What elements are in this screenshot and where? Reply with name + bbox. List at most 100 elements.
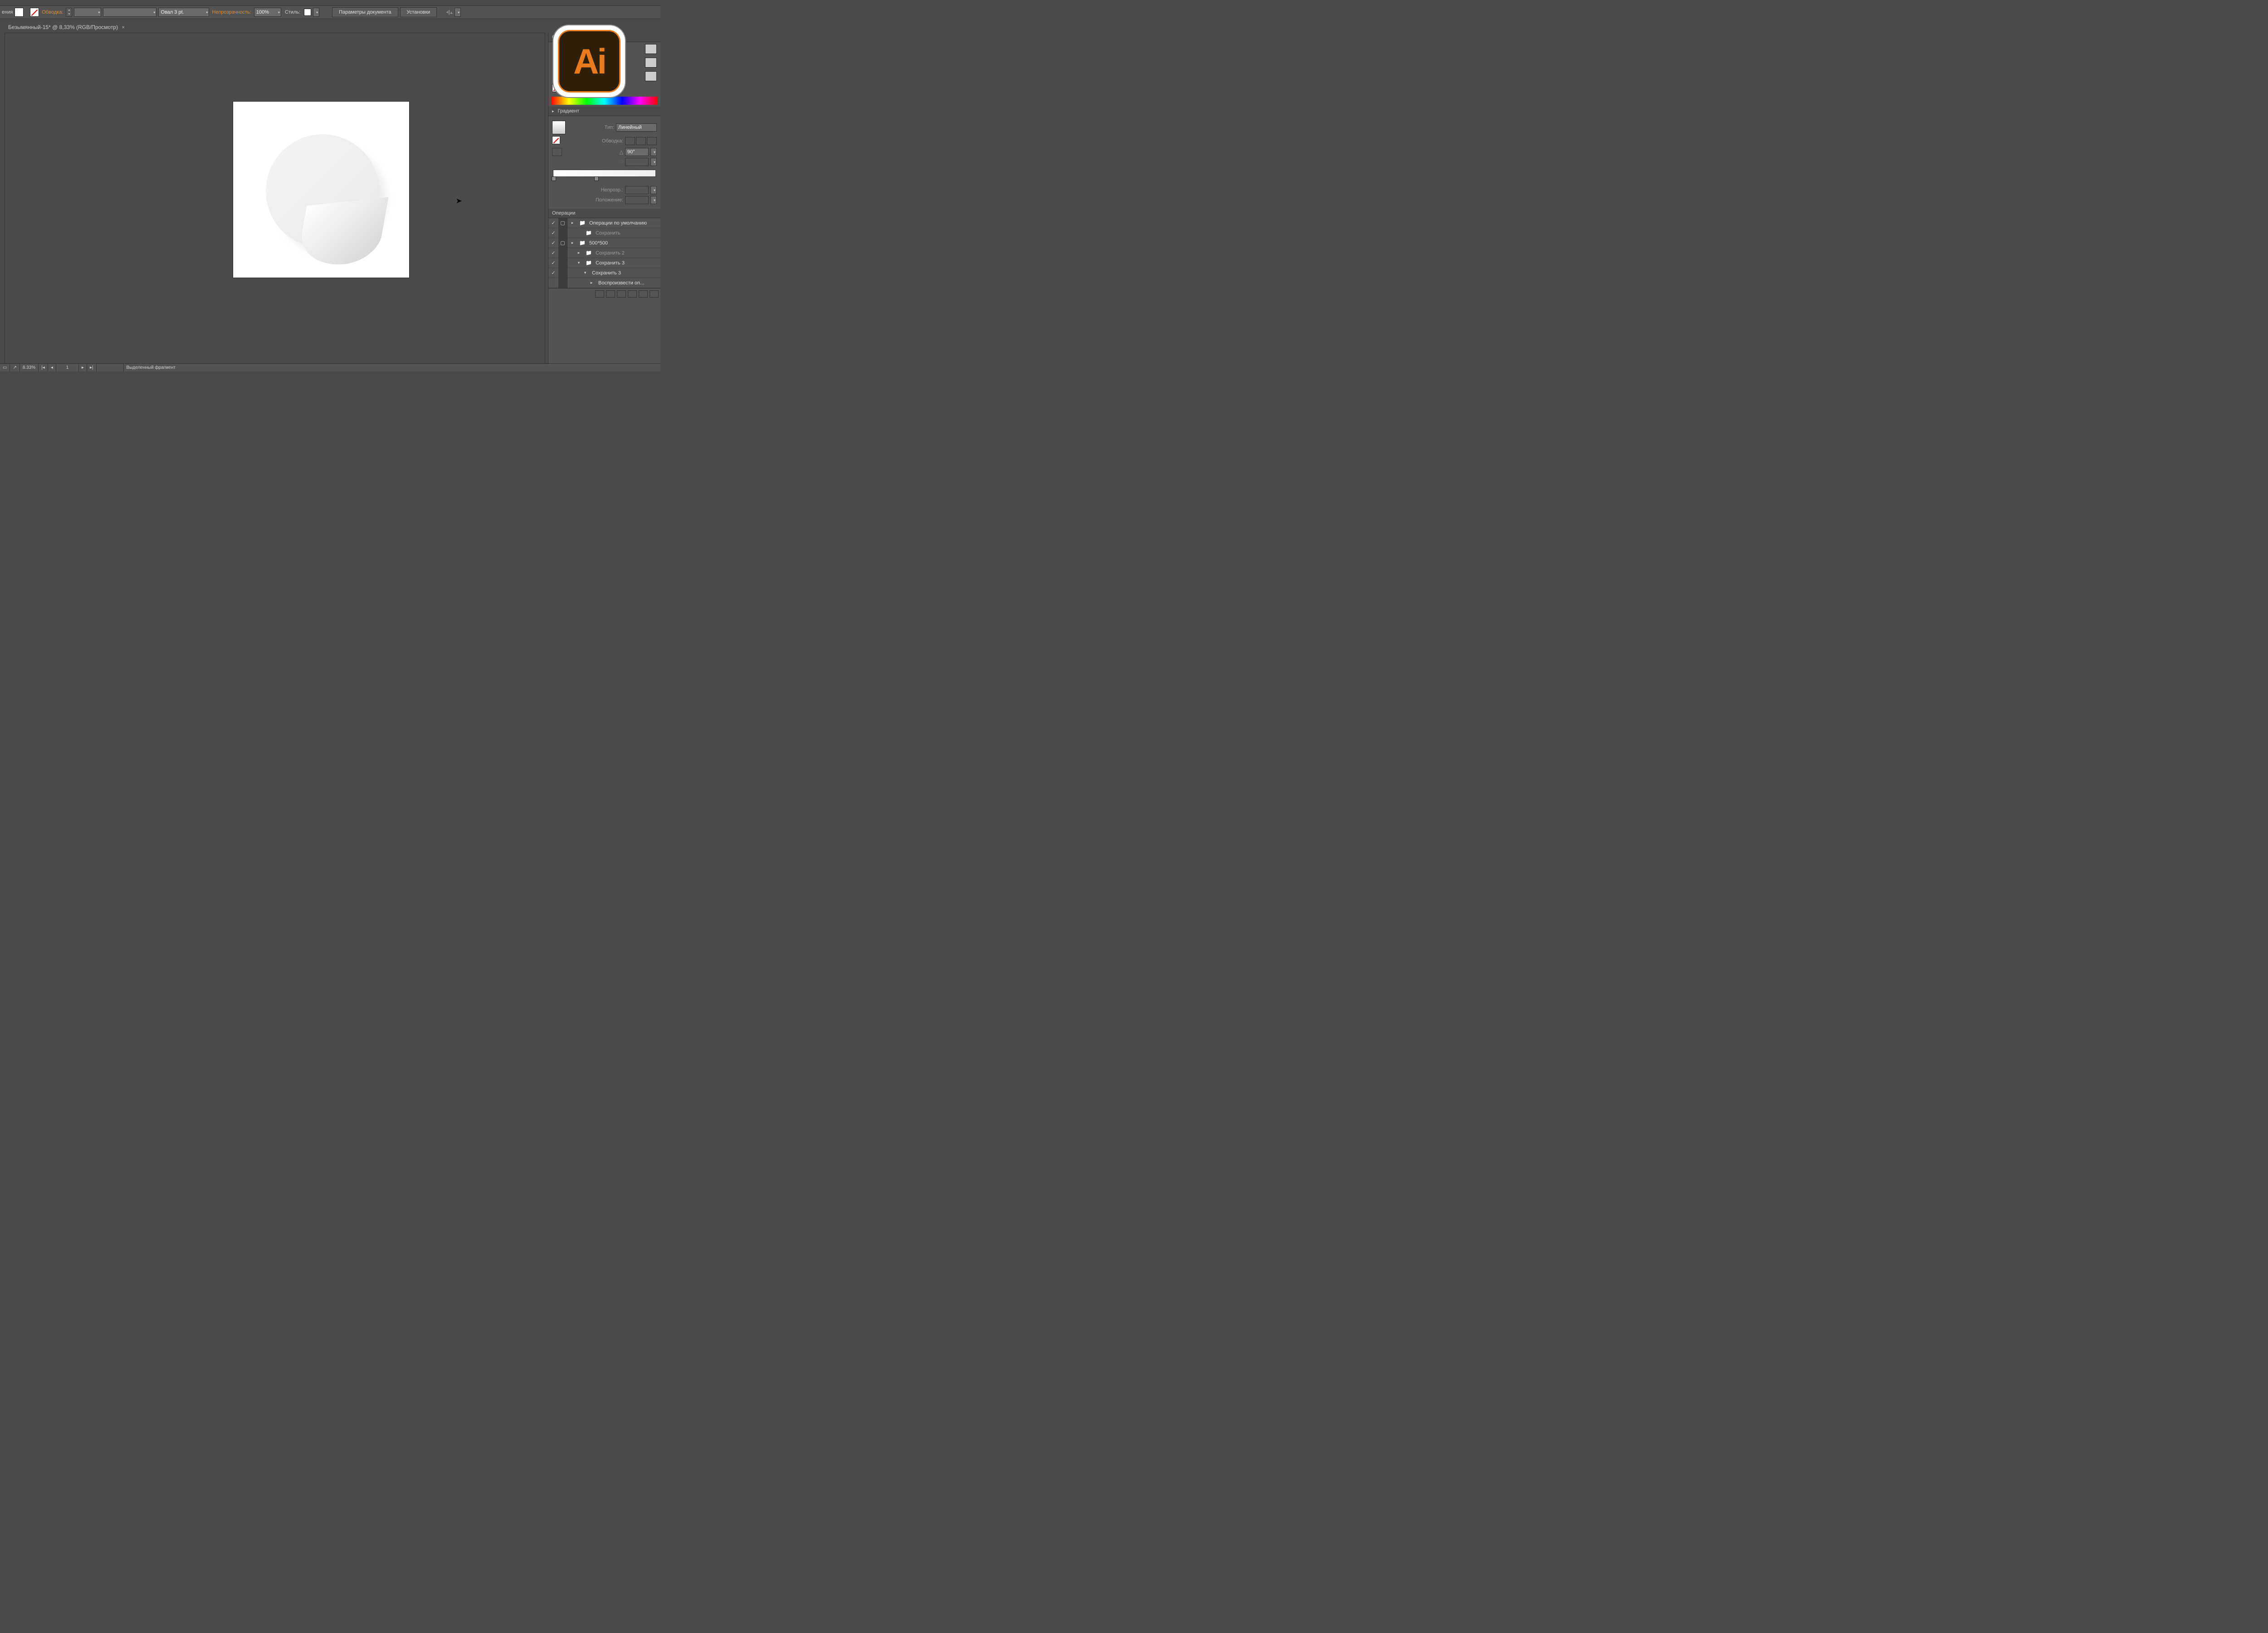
nav-last-button[interactable]: ▸| xyxy=(87,364,97,372)
stroke-swatch[interactable] xyxy=(30,8,39,17)
stroke-label: Обводка: xyxy=(41,10,64,15)
doc-tab-close-icon[interactable]: × xyxy=(122,24,125,30)
status-icon-2[interactable]: ↗ xyxy=(10,364,20,372)
action-dialog-toggle[interactable] xyxy=(558,248,567,258)
gradient-stroke-mode-1[interactable] xyxy=(625,137,635,145)
actions-list: ▢Операции по умолчаниюСохранить▢ 500*500 С… xyxy=(548,218,660,288)
action-check[interactable] xyxy=(548,218,558,228)
gradient-angle-dropdown[interactable]: ▾ xyxy=(650,148,657,156)
action-disclosure[interactable] xyxy=(567,218,577,228)
nav-prev-button[interactable]: ◂ xyxy=(48,364,56,372)
action-disclosure[interactable] xyxy=(567,238,577,248)
gradient-stroke-mode-2[interactable] xyxy=(636,137,646,145)
zoom-field[interactable]: 8.33% xyxy=(20,364,39,372)
gradient-type-label: Тип: xyxy=(605,125,614,130)
gradient-aspect-field[interactable] xyxy=(625,158,649,166)
folder-icon xyxy=(584,258,594,268)
opacity-field[interactable]: 100%▾ xyxy=(254,8,281,17)
action-check[interactable] xyxy=(548,238,558,248)
gradient-stop-mid[interactable] xyxy=(594,176,599,181)
brush-dropdown[interactable]: Овал 3 pt.▾ xyxy=(158,8,209,17)
action-check[interactable] xyxy=(548,228,558,238)
action-row[interactable]: Сохранить 3 xyxy=(548,258,660,268)
action-dialog-toggle[interactable] xyxy=(558,228,567,238)
action-dialog-toggle[interactable] xyxy=(558,268,567,278)
gradient-opacity-label: Непрозр.: xyxy=(601,187,623,193)
actions-delete-button[interactable] xyxy=(650,290,659,298)
action-row[interactable]: Сохранить 2 xyxy=(548,248,660,258)
canvas-area[interactable]: ➤ xyxy=(5,33,545,365)
color-spectrum-bar[interactable] xyxy=(551,97,658,105)
nav-first-button[interactable]: |◂ xyxy=(39,364,48,372)
swatch-slot-2[interactable] xyxy=(645,58,657,68)
action-label: 500*500 xyxy=(587,240,660,246)
action-disclosure[interactable] xyxy=(574,258,584,268)
aspect-icon: ⬭ xyxy=(619,159,623,165)
gradient-position-dropdown[interactable]: ▾ xyxy=(650,196,657,204)
action-check[interactable] xyxy=(548,258,558,268)
folder-icon xyxy=(577,238,587,248)
folder-icon xyxy=(584,228,594,238)
status-bar: ▭ ↗ 8.33% |◂ ◂ 1 ▸ ▸| Выделенный фрагмен… xyxy=(0,363,660,372)
nav-next-button[interactable]: ▸ xyxy=(79,364,87,372)
actions-new-action-button[interactable] xyxy=(639,290,648,298)
swatch-slot-1[interactable] xyxy=(645,44,657,54)
gradient-panel-header[interactable]: Градиент xyxy=(548,107,660,116)
app-badge: Ai xyxy=(553,25,625,97)
document-params-button[interactable]: Параметры документа xyxy=(332,7,398,17)
action-row[interactable]: ▢Операции по умолчанию xyxy=(548,218,660,228)
action-disclosure[interactable] xyxy=(574,248,584,258)
artboard-number-field[interactable]: 1 xyxy=(56,364,79,372)
gradient-reverse-button[interactable] xyxy=(552,148,562,156)
action-row[interactable]: ▢ 500*500 xyxy=(548,238,660,248)
action-row[interactable]: Сохранить 3 xyxy=(548,268,660,278)
gradient-aspect-dropdown[interactable]: ▾ xyxy=(650,158,657,166)
style-dropdown[interactable]: ▾ xyxy=(313,8,319,17)
gradient-opacity-dropdown[interactable]: ▾ xyxy=(650,186,657,194)
action-disclosure[interactable] xyxy=(580,268,590,278)
actions-record-button[interactable] xyxy=(606,290,615,298)
actions-stop-button[interactable] xyxy=(595,290,604,298)
stroke-profile-dropdown[interactable]: ▾ xyxy=(103,8,156,17)
action-dialog-toggle[interactable] xyxy=(558,258,567,268)
gradient-angle-field[interactable]: 90° xyxy=(625,148,649,156)
artboard[interactable] xyxy=(233,101,410,278)
fill-swatch[interactable] xyxy=(15,8,24,17)
gradient-position-field[interactable] xyxy=(625,196,649,204)
gradient-type-dropdown[interactable]: Линейный xyxy=(616,123,657,132)
cursor-icon: ➤ xyxy=(456,196,462,205)
folder-icon xyxy=(584,248,594,258)
style-swatch[interactable] xyxy=(304,9,311,16)
action-check[interactable] xyxy=(548,248,558,258)
doc-tab[interactable]: Безымянный-15* @ 8,33% (RGB/Просмотр) × xyxy=(5,22,128,32)
align-icon[interactable]: ⫞|⫠ xyxy=(446,10,453,15)
gradient-fill-none[interactable] xyxy=(552,136,560,144)
gradient-opacity-field[interactable] xyxy=(625,186,649,194)
action-check[interactable] xyxy=(548,278,558,288)
style-label: Стиль: xyxy=(283,10,302,15)
app-badge-text: Ai xyxy=(573,41,605,82)
angle-icon: △ xyxy=(620,149,623,155)
gradient-panel-body: Тип: Линейный Обводка: △ 90° ▾ ⬭ xyxy=(548,116,660,209)
action-disclosure[interactable] xyxy=(587,278,596,288)
stroke-weight-stepper[interactable]: ▲▼ xyxy=(66,8,72,17)
actions-new-set-button[interactable] xyxy=(628,290,637,298)
gradient-ramp[interactable] xyxy=(553,170,656,177)
actions-play-button[interactable] xyxy=(617,290,626,298)
action-row[interactable]: Воспроизвести оп... xyxy=(548,278,660,288)
gradient-preview[interactable] xyxy=(552,121,566,134)
status-icon-1[interactable]: ▭ xyxy=(0,364,10,372)
action-row[interactable]: Сохранить xyxy=(548,228,660,238)
align-dropdown[interactable]: ▾ xyxy=(455,8,461,17)
action-dialog-toggle[interactable]: ▢ xyxy=(558,238,567,248)
opacity-label: Непрозрачность: xyxy=(211,10,252,15)
action-check[interactable] xyxy=(548,268,558,278)
swatch-slot-3[interactable] xyxy=(645,71,657,81)
stroke-weight-dropdown[interactable]: ▾ xyxy=(74,8,101,17)
gradient-stroke-mode-3[interactable] xyxy=(647,137,657,145)
action-dialog-toggle[interactable]: ▢ xyxy=(558,218,567,228)
actions-panel-header[interactable]: Операции xyxy=(548,209,660,218)
settings-button[interactable]: Установки xyxy=(400,7,437,17)
gradient-stop-left[interactable] xyxy=(552,176,556,181)
action-dialog-toggle[interactable] xyxy=(558,278,567,288)
